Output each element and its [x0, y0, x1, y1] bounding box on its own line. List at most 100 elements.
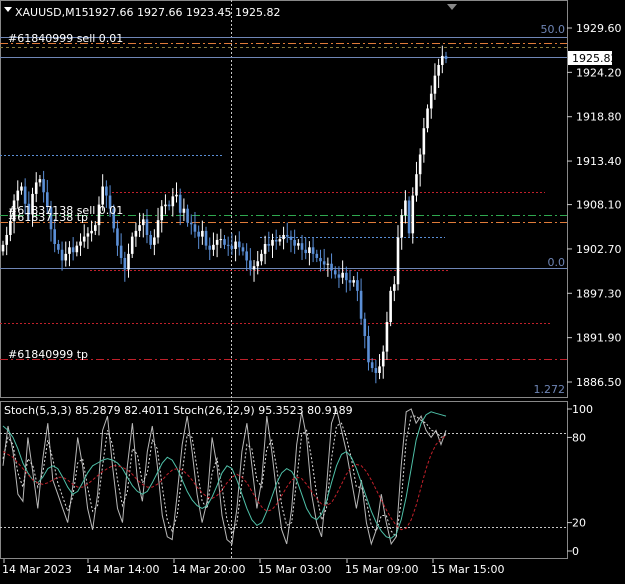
candle-body — [252, 266, 256, 270]
price-tick-label: 1929.60 — [576, 22, 622, 35]
candle-body — [93, 225, 97, 231]
candle-body — [304, 249, 308, 254]
candle-body — [160, 206, 164, 221]
candle-body — [208, 245, 212, 250]
candle-body — [381, 351, 385, 367]
trading-chart[interactable]: 50.0 0.0 1.272 #61840999 sell 0.01 #6183… — [0, 0, 625, 580]
candle-body — [359, 290, 363, 319]
candle-body — [422, 128, 426, 155]
candle-body — [64, 253, 68, 261]
candle-body — [71, 247, 75, 253]
candle-body — [348, 280, 352, 283]
candle-body — [345, 272, 348, 281]
time-tick-label: 15 Mar 15:00 — [431, 563, 504, 576]
time-tick-label: 14 Mar 2023 — [2, 563, 72, 576]
indicator-tick-label: 100 — [572, 403, 593, 416]
price-tick-label: 1918.80 — [576, 111, 622, 124]
candle-body — [1, 244, 5, 252]
candle-body — [444, 55, 448, 60]
candle-body — [300, 243, 304, 250]
candle-body — [393, 284, 396, 291]
candle-body — [82, 236, 86, 242]
candle — [407, 196, 411, 238]
candle-body — [378, 366, 381, 373]
candle-body — [441, 55, 444, 65]
candle-body — [230, 245, 234, 249]
candle-body — [245, 251, 248, 261]
candle-body — [311, 247, 315, 254]
candle-body — [204, 230, 208, 246]
price-tick-label: 1886.50 — [576, 376, 622, 389]
candle-body — [171, 196, 175, 207]
candle-body — [138, 225, 141, 231]
candle-body — [267, 244, 271, 246]
candle-body — [407, 200, 411, 234]
candle-body — [367, 336, 370, 363]
candle-body — [164, 204, 167, 207]
symbol-label: XAUUSD,M15 — [15, 6, 89, 19]
candle-body — [433, 75, 437, 94]
candle-body — [219, 239, 223, 241]
candle-body — [352, 280, 356, 283]
price-tick-label: 1913.40 — [576, 155, 622, 168]
fibo-label-1272: 1.272 — [534, 383, 566, 396]
candle — [426, 104, 429, 133]
candle — [389, 286, 392, 327]
candle-body — [234, 241, 237, 249]
candle-body — [282, 234, 285, 240]
candle-body — [315, 253, 319, 258]
chart-canvas[interactable]: 50.0 0.0 1.272 #61840999 sell 0.01 #6183… — [0, 0, 625, 580]
candle-body — [57, 244, 60, 250]
candle-body — [293, 239, 296, 246]
candle-body — [322, 261, 326, 265]
candle-body — [215, 239, 219, 245]
candle-body — [86, 233, 90, 237]
candle-body — [285, 234, 289, 237]
candle-body — [337, 274, 341, 278]
candle-body — [141, 219, 145, 226]
price-tick-label: 1924.20 — [576, 66, 622, 79]
candle-body — [20, 186, 23, 191]
candle-body — [75, 245, 79, 253]
candle-body — [278, 239, 282, 242]
time-tick-label: 15 Mar 09:00 — [345, 563, 418, 576]
candle-body — [363, 318, 367, 337]
candle-body — [308, 247, 311, 254]
candle-body — [389, 290, 392, 323]
current-price-label: 1925.82 — [572, 52, 618, 65]
candle-body — [400, 215, 403, 238]
candle-body — [411, 195, 415, 234]
candle-body — [193, 224, 197, 232]
candle-body — [175, 194, 178, 197]
candle-body — [319, 257, 322, 262]
candle-body — [241, 247, 245, 252]
candle-body — [156, 220, 160, 238]
candle-body — [297, 243, 300, 246]
price-axis[interactable]: 1929.60 1924.20 1918.80 1913.40 1908.10 1902.… — [567, 22, 622, 389]
candle-body — [415, 174, 418, 196]
candle-body — [23, 186, 27, 204]
candle-body — [289, 236, 293, 240]
candle-body — [68, 247, 71, 254]
candle-body — [38, 179, 42, 183]
indicator-tick-label: 80 — [572, 431, 586, 444]
candle-body — [116, 228, 119, 246]
indicator-tick-label: 0 — [572, 545, 579, 558]
candle-body — [330, 263, 333, 271]
candle-body — [53, 229, 56, 245]
candle-body — [79, 241, 82, 246]
order1-tp-label: #61840999 tp — [8, 348, 88, 361]
candle-body — [178, 194, 182, 213]
candle-body — [274, 239, 278, 242]
time-tick-label: 14 Mar 14:00 — [86, 563, 159, 576]
candle-body — [263, 244, 267, 254]
candle-body — [34, 182, 38, 194]
candle-body — [119, 245, 123, 258]
candle-body — [182, 208, 186, 213]
time-tick-label: 15 Mar 03:00 — [258, 563, 331, 576]
candle-body — [5, 234, 8, 245]
candle-body — [167, 204, 171, 207]
candle-body — [429, 93, 433, 109]
candle-body — [90, 230, 93, 234]
price-tick-label: 1897.30 — [576, 287, 622, 300]
